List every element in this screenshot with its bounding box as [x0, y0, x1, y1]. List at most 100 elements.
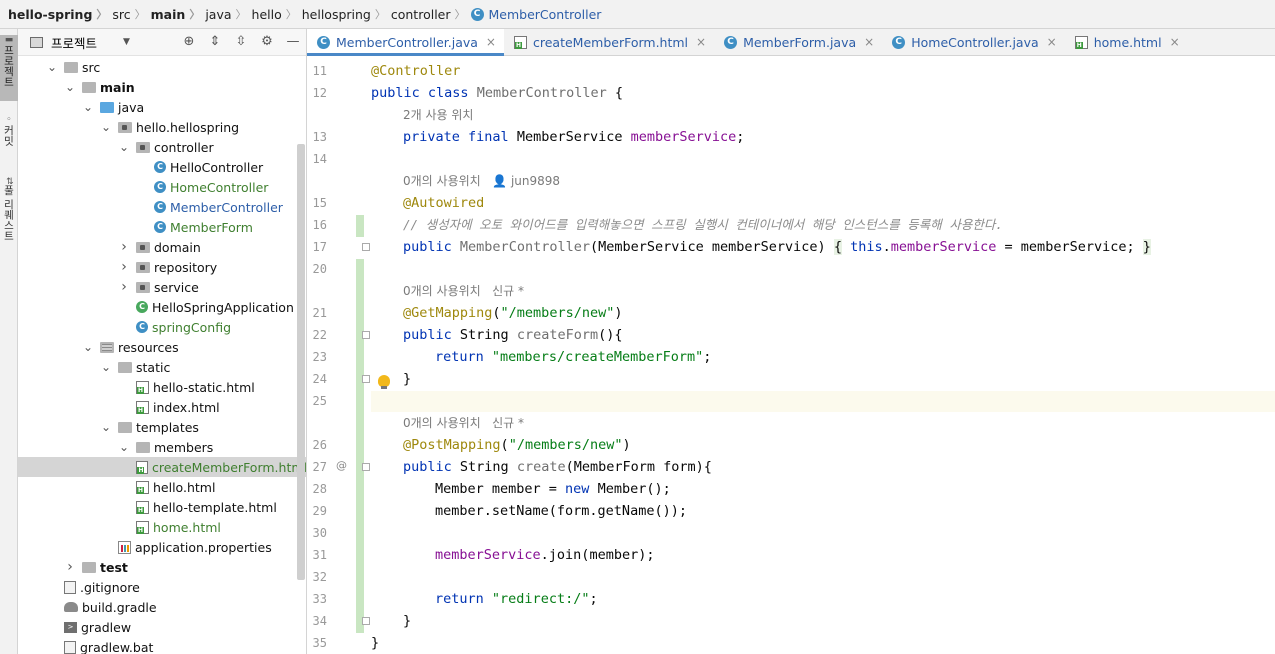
tree-item[interactable]: ⌄ src [18, 57, 307, 77]
line-number: 27 [312, 460, 327, 474]
minimize-icon[interactable]: — [286, 34, 300, 49]
tree-item[interactable]: ›hello-static.html [18, 377, 307, 397]
tree-item[interactable]: ›>gradlew [18, 617, 307, 637]
chevron-right-icon[interactable]: › [118, 239, 130, 255]
close-icon[interactable]: × [864, 35, 874, 49]
project-tool-button[interactable]: ▬ 프로젝트 [0, 35, 18, 101]
close-icon[interactable]: × [486, 35, 496, 49]
fold-icon[interactable] [362, 243, 370, 251]
change-marker [356, 259, 364, 633]
tree-item[interactable]: ›CMemberForm [18, 217, 307, 237]
close-icon[interactable]: × [1170, 35, 1180, 49]
tree-item[interactable]: ›CHelloSpringApplication [18, 297, 307, 317]
chevron-down-icon[interactable]: ⌄ [100, 360, 112, 374]
tree-item[interactable]: ⌄ java [18, 97, 307, 117]
keyword: class [427, 85, 469, 101]
gradle-icon [64, 602, 78, 612]
chevron-down-icon[interactable]: ⌄ [118, 140, 130, 154]
params: (MemberForm form){ [565, 459, 712, 475]
editor-tab[interactable]: createMemberForm.html × [504, 29, 714, 55]
chevron-down-icon[interactable]: ⌄ [82, 340, 94, 354]
tree-item[interactable]: ⌄ hello.hellospring [18, 117, 307, 137]
fold-icon[interactable] [362, 463, 370, 471]
tree-item[interactable]: ›index.html [18, 397, 307, 417]
breadcrumb-item[interactable]: src 〉 [112, 6, 150, 22]
tree-item[interactable]: › repository [18, 257, 307, 277]
line-number: 25 [312, 394, 327, 408]
tree-item[interactable]: ›createMemberForm.html [18, 457, 307, 477]
tree-item[interactable]: ›hello-template.html [18, 497, 307, 517]
package-icon [136, 241, 150, 253]
breadcrumb-item[interactable]: controller 〉 [391, 6, 471, 22]
editor-tab[interactable]: C MemberController.java × [307, 29, 504, 56]
line-number: 28 [312, 482, 327, 496]
tree-item[interactable]: ⌄ resources [18, 337, 307, 357]
punct: ) [622, 437, 631, 453]
chevron-down-icon[interactable]: ⌄ [82, 100, 94, 114]
fold-icon[interactable] [362, 331, 370, 339]
breadcrumb-item[interactable]: hellospring 〉 [302, 6, 391, 22]
fold-icon[interactable] [362, 375, 370, 383]
usage-hint[interactable]: 0개의 사용위치 👤 jun9898 [403, 170, 560, 192]
chevron-down-icon[interactable]: ⌄ [118, 440, 130, 454]
tree-item-label: HelloSpringApplication [152, 299, 294, 315]
tree-item[interactable]: ⌄ static [18, 357, 307, 377]
tree-item[interactable]: › service [18, 277, 307, 297]
tree-item[interactable]: ⌄ templates [18, 417, 307, 437]
code-area[interactable]: @Controller public class MemberControlle… [371, 57, 1275, 654]
breadcrumb-current[interactable]: C MemberController [470, 7, 601, 22]
expand-all-icon[interactable]: ⇕ [208, 34, 222, 49]
tree-item[interactable]: ›home.html [18, 517, 307, 537]
collapse-all-icon[interactable]: ⇳ [234, 34, 248, 49]
chevron-right-icon: 〉 [454, 8, 466, 21]
commit-tool-button[interactable]: ◦ 커밋 [0, 115, 18, 157]
tree-item[interactable]: › domain [18, 237, 307, 257]
chevron-right-icon[interactable]: › [118, 259, 130, 275]
tree-item[interactable]: ›gradlew.bat [18, 637, 307, 654]
tree-item[interactable]: ›hello.html [18, 477, 307, 497]
line-number: 17 [312, 240, 327, 254]
tree-item[interactable]: ⌄ controller [18, 137, 307, 157]
project-panel-title[interactable]: 프로젝트 [51, 33, 97, 52]
type-name: MemberService [516, 129, 623, 145]
tree-item[interactable]: ⌄ main [18, 77, 307, 97]
gear-icon[interactable]: ⚙ [260, 34, 274, 49]
breadcrumb-item[interactable]: hello-spring 〉 [8, 6, 112, 22]
editor-tab[interactable]: home.html × [1065, 29, 1188, 55]
chevron-down-icon[interactable]: ⌄ [100, 420, 112, 434]
project-scrollbar[interactable] [297, 144, 305, 580]
editor-tab[interactable]: C MemberForm.java × [714, 29, 882, 55]
tree-item[interactable]: ›CHelloController [18, 157, 307, 177]
tree-item[interactable]: ›CMemberController [18, 197, 307, 217]
chevron-down-icon[interactable]: ⌄ [64, 80, 76, 94]
tree-item[interactable]: › test [18, 557, 307, 577]
tree-item[interactable]: ›CHomeController [18, 177, 307, 197]
crosshair-icon[interactable]: ⊕ [182, 34, 196, 49]
pull-request-tool-button[interactable]: ⇄ 풀 리퀘스트 [0, 177, 18, 255]
chevron-down-icon[interactable]: ⌄ [46, 60, 58, 74]
breadcrumb-item[interactable]: main 〉 [151, 6, 206, 22]
project-panel-header: 프로젝트 ▼ ⊕ ⇕ ⇳ ⚙ — [18, 29, 306, 56]
close-icon[interactable]: × [1047, 35, 1057, 49]
usage-hint[interactable]: 0개의 사용위치 신규 * [403, 280, 524, 302]
usage-hint[interactable]: 0개의 사용위치 신규 * [403, 412, 524, 434]
usage-hint[interactable]: 2개 사용 위치 [403, 104, 473, 126]
tree-item[interactable]: ⌄ members [18, 437, 307, 457]
tree-item[interactable]: ›.gitignore [18, 577, 307, 597]
line-number: 26 [312, 438, 327, 452]
chevron-right-icon[interactable]: › [64, 559, 76, 575]
chevron-down-icon[interactable]: ▼ [123, 37, 130, 47]
tree-item[interactable]: ›CspringConfig [18, 317, 307, 337]
code-editor[interactable]: @ 11 12 13 14 15 16 17 20 21 22 23 24 25 26 27 28 29 30 31… [307, 57, 1275, 654]
chevron-down-icon[interactable]: ⌄ [100, 120, 112, 134]
breadcrumb-item[interactable]: java 〉 [205, 6, 251, 22]
editor-tab[interactable]: C HomeController.java × [882, 29, 1064, 55]
breadcrumb-item[interactable]: hello 〉 [252, 6, 302, 22]
chevron-right-icon[interactable]: › [118, 279, 130, 295]
tree-item-label: resources [118, 339, 179, 355]
override-marker-icon[interactable]: @ [336, 459, 347, 472]
fold-icon[interactable] [362, 617, 370, 625]
tree-item[interactable]: ›build.gradle [18, 597, 307, 617]
tree-item[interactable]: ›application.properties [18, 537, 307, 557]
close-icon[interactable]: × [696, 35, 706, 49]
